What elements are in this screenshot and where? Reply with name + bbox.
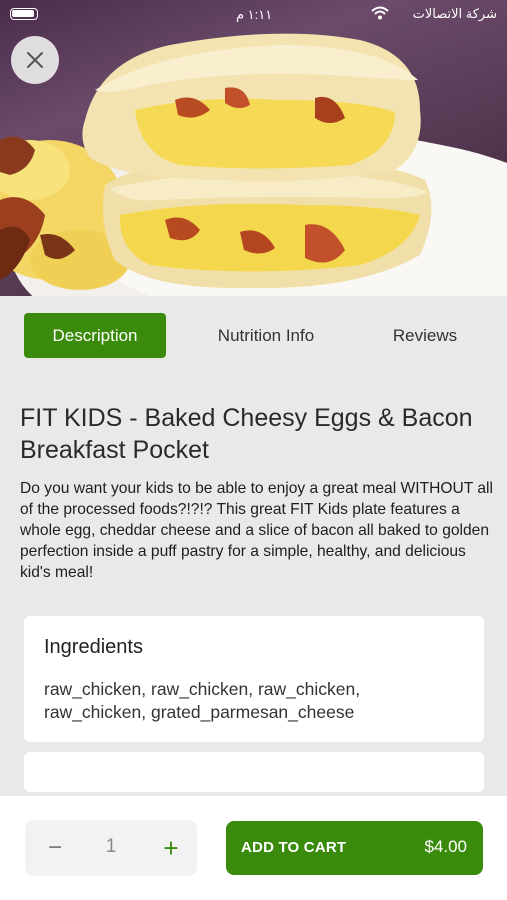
tab-bar: Description Nutrition Info Reviews <box>0 296 507 376</box>
add-to-cart-button[interactable]: ADD TO CART $4.00 <box>226 821 483 875</box>
close-button[interactable] <box>11 36 59 84</box>
price-label: $4.00 <box>424 837 467 856</box>
tab-reviews[interactable]: Reviews <box>370 313 480 358</box>
quantity-value: 1 <box>105 836 117 857</box>
add-to-cart-label: ADD TO CART <box>241 839 347 856</box>
quantity-stepper: − 1 + <box>25 820 197 876</box>
wifi-icon <box>371 6 389 20</box>
next-card <box>24 752 484 792</box>
ingredients-card: Ingredients raw_chicken, raw_chicken, ra… <box>24 616 484 742</box>
close-icon <box>27 52 43 68</box>
tab-nutrition-info[interactable]: Nutrition Info <box>196 313 336 358</box>
ingredients-heading: Ingredients <box>44 636 143 658</box>
product-image <box>0 0 507 296</box>
battery-icon <box>10 8 38 20</box>
tab-description[interactable]: Description <box>24 313 166 358</box>
increment-button[interactable]: + <box>153 830 189 866</box>
food-illustration <box>0 33 507 296</box>
product-description: Do you want your kids to be able to enjo… <box>20 480 493 581</box>
status-bar: ١:١١ م شركة الاتصالات <box>0 0 507 30</box>
decrement-button[interactable]: − <box>37 830 73 866</box>
ingredients-list: raw_chicken, raw_chicken, raw_chicken, r… <box>44 679 361 722</box>
status-time: ١:١١ م <box>236 7 273 22</box>
carrier-name: شركة الاتصالات <box>412 6 497 21</box>
product-title: FIT KIDS - Baked Cheesy Eggs & Bacon Bre… <box>20 404 473 464</box>
bottom-action-bar: − 1 + ADD TO CART $4.00 <box>0 796 507 900</box>
